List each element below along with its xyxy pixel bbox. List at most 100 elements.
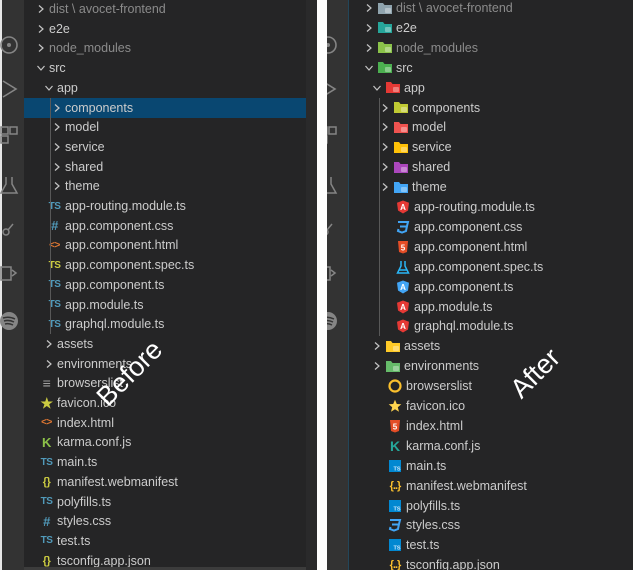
folder-item[interactable]: node_modules	[349, 38, 633, 58]
file-item[interactable]: browserslist	[349, 376, 633, 396]
item-label: karma.conf.js	[406, 438, 481, 453]
file-item[interactable]: 5 index.html	[349, 416, 633, 436]
file-item[interactable]: {} manifest.webmanifest	[24, 472, 306, 492]
item-label: node_modules	[396, 40, 479, 55]
file-item[interactable]: <> index.html	[24, 413, 306, 433]
chevron-right-icon[interactable]	[379, 177, 391, 197]
file-item[interactable]: ★ favicon.ico	[24, 393, 306, 413]
file-item[interactable]: # styles.css	[24, 511, 306, 531]
file-item[interactable]: # app.component.css	[24, 216, 306, 236]
folder-item[interactable]: components	[24, 97, 306, 118]
folder-item[interactable]: shared	[349, 157, 633, 177]
file-item[interactable]: Aapp.component.ts	[349, 277, 633, 297]
folder-item[interactable]: src	[349, 58, 633, 78]
chevron-down-icon[interactable]	[363, 58, 375, 78]
chevron-right-icon[interactable]	[363, 18, 375, 38]
file-item[interactable]: Kkarma.conf.js	[349, 436, 633, 456]
chevron-right-icon[interactable]	[379, 117, 391, 137]
file-item[interactable]: Agraphql.module.ts	[349, 316, 633, 336]
file-item[interactable]: {..} tsconfig.app.json	[349, 555, 633, 570]
file-item[interactable]: {..} manifest.webmanifest	[349, 476, 633, 496]
chevron-right-icon[interactable]	[379, 137, 391, 157]
remote-explorer-icon[interactable]	[327, 262, 339, 284]
file-item[interactable]: 5 app.component.html	[349, 237, 633, 257]
file-item[interactable]: TS test.ts	[349, 535, 633, 555]
folder-item[interactable]: e2e	[349, 18, 633, 38]
source-control-icon[interactable]	[327, 218, 339, 240]
chevron-down-icon[interactable]	[35, 58, 47, 78]
chevron-right-icon[interactable]	[379, 157, 391, 177]
folder-item[interactable]: shared	[24, 157, 306, 177]
file-item[interactable]: <> app.component.html	[24, 235, 306, 255]
chevron-right-icon[interactable]	[379, 98, 391, 118]
folder-item[interactable]: app	[349, 78, 633, 98]
file-item[interactable]: TS app.component.spec.ts	[24, 255, 306, 275]
spotify-icon[interactable]	[327, 310, 339, 332]
folder-item[interactable]: model	[349, 117, 633, 137]
file-item[interactable]: styles.css	[349, 515, 633, 535]
spotify-icon[interactable]	[0, 310, 20, 332]
file-item[interactable]: Aapp-routing.module.ts	[349, 197, 633, 217]
chevron-right-icon[interactable]	[43, 334, 55, 354]
file-item[interactable]: app.component.css	[349, 217, 633, 237]
run-icon[interactable]	[327, 78, 339, 100]
folder-item[interactable]: model	[24, 117, 306, 137]
folder-item[interactable]: theme	[349, 177, 633, 197]
file-item[interactable]: Aapp.module.ts	[349, 297, 633, 317]
chevron-right-icon[interactable]	[51, 137, 63, 157]
file-item[interactable]: Kkarma.conf.js	[24, 432, 306, 452]
folder-item[interactable]: environments	[349, 356, 633, 376]
file-item[interactable]: TS graphql.module.ts	[24, 314, 306, 334]
chevron-right-icon[interactable]	[371, 356, 383, 376]
file-item[interactable]: TS polyfills.ts	[349, 496, 633, 516]
debug-icon[interactable]	[327, 34, 339, 56]
folder-item[interactable]: src	[24, 58, 306, 78]
folder-item[interactable]: components	[349, 98, 633, 118]
chevron-right-icon[interactable]	[51, 157, 63, 177]
chevron-right-icon[interactable]	[43, 354, 55, 374]
chevron-right-icon[interactable]	[35, 19, 47, 39]
file-item[interactable]: app.component.spec.ts	[349, 257, 633, 277]
folder-item[interactable]: e2e	[24, 19, 306, 39]
folder-src-open-icon	[376, 61, 394, 74]
file-item[interactable]: favicon.ico	[349, 396, 633, 416]
folder-item[interactable]: assets	[349, 336, 633, 356]
file-item[interactable]: TS main.ts	[24, 452, 306, 472]
item-label: components	[65, 100, 134, 115]
folder-item[interactable]: dist \ avocet-frontend	[24, 0, 306, 19]
file-item[interactable]: TS main.ts	[349, 456, 633, 476]
chevron-right-icon[interactable]	[35, 0, 47, 19]
typescript-icon: TS	[40, 496, 53, 507]
run-icon[interactable]	[0, 78, 20, 100]
folder-item[interactable]: node_modules	[24, 38, 306, 58]
file-item[interactable]: TS test.ts	[24, 531, 306, 551]
source-control-icon[interactable]	[0, 218, 20, 240]
folder-item[interactable]: app	[24, 78, 306, 98]
file-item[interactable]: TS app-routing.module.ts	[24, 196, 306, 216]
file-item[interactable]: TS app.component.ts	[24, 275, 306, 295]
scrollbar-track[interactable]	[306, 0, 317, 570]
chevron-right-icon[interactable]	[363, 0, 375, 18]
folder-item[interactable]: service	[349, 137, 633, 157]
chevron-right-icon[interactable]	[363, 38, 375, 58]
debug-icon[interactable]	[0, 34, 20, 56]
folder-item[interactable]: service	[24, 137, 306, 157]
folder-item[interactable]: dist \ avocet-frontend	[349, 0, 633, 18]
testing-icon[interactable]	[327, 174, 339, 196]
file-item[interactable]: ≡ browserslist	[24, 373, 306, 393]
testing-icon[interactable]	[0, 174, 20, 196]
folder-item[interactable]: theme	[24, 176, 306, 196]
chevron-right-icon[interactable]	[51, 117, 63, 137]
remote-explorer-icon[interactable]	[0, 262, 20, 284]
chevron-down-icon[interactable]	[43, 78, 55, 98]
file-item[interactable]: TS app.module.ts	[24, 295, 306, 315]
extensions-icon[interactable]	[327, 124, 339, 146]
file-item[interactable]: TS polyfills.ts	[24, 492, 306, 512]
chevron-right-icon[interactable]	[35, 38, 47, 58]
chevron-right-icon[interactable]	[51, 176, 63, 196]
chevron-right-icon[interactable]	[371, 336, 383, 356]
folder-item[interactable]: assets	[24, 334, 306, 354]
chevron-down-icon[interactable]	[371, 78, 383, 98]
extensions-icon[interactable]	[0, 124, 20, 146]
chevron-right-icon[interactable]	[51, 98, 63, 118]
